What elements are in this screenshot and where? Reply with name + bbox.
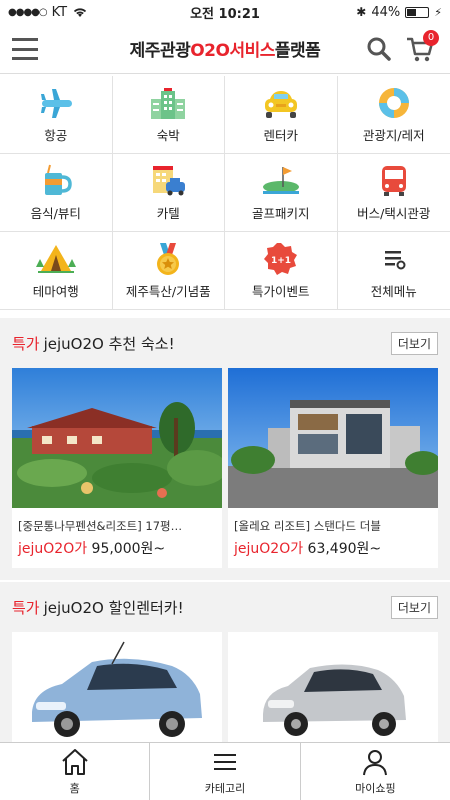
product-price: jejuO2O가 95,000원~ [12, 538, 222, 568]
airplane-icon [40, 89, 72, 118]
category-label: 카텔 [156, 206, 180, 221]
category-label: 제주특산/기념품 [125, 284, 211, 299]
home-icon [61, 749, 88, 775]
product-name: [중문통나무펜션&리조트] 17평… [18, 519, 183, 533]
cart-button[interactable]: 0 [405, 30, 439, 64]
mug-icon [44, 164, 72, 195]
title-prefix: 제주관광 [129, 41, 191, 61]
battery-icon [405, 6, 430, 18]
rentcar-card[interactable] [228, 632, 438, 742]
bluetooth-icon: ✱ [356, 5, 367, 19]
category-airline[interactable]: 항공 [0, 76, 113, 154]
title-highlight: O2O서비스 [190, 41, 275, 61]
price-value: 95,000원~ [91, 541, 166, 557]
medal-icon [157, 243, 180, 275]
hotel-icon [151, 88, 186, 119]
cart-count-badge: 0 [423, 30, 439, 46]
tab-my-shopping[interactable]: 마이쇼핑 [301, 743, 450, 800]
car-photo-blue [12, 632, 222, 742]
section-title: 특가 jejuO2O 추천 숙소! [12, 333, 175, 354]
category-rentcar[interactable]: 렌터카 [225, 76, 338, 154]
bus-icon [381, 166, 406, 196]
more-button[interactable]: 더보기 [390, 595, 438, 619]
category-label: 항공 [44, 128, 68, 143]
category-label: 버스/택시관광 [357, 206, 431, 221]
tab-label: 홈 [69, 782, 80, 795]
tab-category[interactable]: 카테고리 [150, 743, 301, 800]
lifebuoy-icon [378, 88, 409, 118]
product-card[interactable]: [올레요 리조트] 스탠다드 더블 jejuO2O가 63,490원~ [228, 368, 438, 568]
category-label: 렌터카 [263, 128, 298, 143]
resort-photo [228, 368, 438, 508]
category-golf[interactable]: 골프패키지 [225, 154, 338, 232]
price-value: 63,490원~ [307, 541, 382, 557]
status-bar: ●●●●○ KT 오전 10:21 ✱ 44% ⚡ [0, 0, 450, 24]
category-label: 음식/뷰티 [30, 206, 81, 221]
section-title: 특가 jejuO2O 할인렌터카! [12, 597, 184, 618]
section-title-text: jejuO2O 할인렌터카! [43, 598, 184, 617]
menu-icon [213, 754, 236, 770]
pension-photo [12, 368, 222, 508]
category-label: 숙박 [156, 128, 180, 143]
product-card[interactable]: [중문통나무펜션&리조트] 17평… jejuO2O가 95,000원~ [12, 368, 222, 568]
category-label: 테마여행 [32, 284, 79, 299]
category-lodging[interactable]: 숙박 [112, 76, 225, 154]
sale-badge-icon: 1+1 [263, 243, 297, 275]
category-theme-travel[interactable]: 테마여행 [0, 232, 113, 310]
category-bus-taxi[interactable]: 버스/택시관광 [337, 154, 450, 232]
charging-icon: ⚡ [434, 5, 442, 19]
car-icon [264, 91, 297, 118]
category-label: 전체메뉴 [370, 284, 417, 299]
list-icon [384, 251, 406, 270]
category-all-menu[interactable]: 전체메뉴 [337, 232, 450, 310]
tent-icon [35, 245, 76, 273]
price-brand: jejuO2O가 [18, 541, 88, 557]
carrier-label: KT [51, 4, 68, 20]
signal-icon: ●●●●○ [8, 6, 48, 18]
section-title-text: jejuO2O 추천 숙소! [43, 334, 175, 353]
app-header: 제주관광O2O서비스플랫폼 0 [0, 24, 450, 74]
svg-text:1+1: 1+1 [271, 256, 291, 266]
category-souvenir[interactable]: 제주특산/기념품 [112, 232, 225, 310]
battery-fill [407, 8, 417, 16]
more-button[interactable]: 더보기 [390, 331, 438, 355]
hamburger-menu-button[interactable] [12, 38, 38, 60]
recommended-stay-section: 특가 jejuO2O 추천 숙소! 더보기 [중문통나무펜션&리조트] 17평…… [0, 318, 450, 580]
price-brand: jejuO2O가 [234, 541, 304, 557]
category-special-event[interactable]: 1+1 특가이벤트 [225, 232, 338, 310]
section-highlight: 특가 [12, 598, 40, 617]
bottom-tab-bar: 홈 카테고리 마이쇼핑 [0, 742, 450, 800]
product-name: [올레요 리조트] 스탠다드 더블 [234, 519, 381, 533]
car-photo-silver [228, 632, 438, 742]
battery-percent: 44% [371, 4, 401, 20]
cartel-icon [153, 166, 186, 196]
category-cartel[interactable]: 카텔 [112, 154, 225, 232]
category-tour-leisure[interactable]: 관광지/레저 [337, 76, 450, 154]
section-highlight: 특가 [12, 334, 40, 353]
wifi-icon [73, 8, 87, 17]
title-suffix: 플랫폼 [274, 41, 321, 61]
golf-icon [262, 167, 299, 194]
rentcar-card[interactable] [12, 632, 222, 742]
tab-label: 카테고리 [204, 782, 246, 795]
category-label: 특가이벤트 [251, 284, 310, 299]
category-grid: 항공 숙박 렌터카 관광지/레저 음식/뷰티 카텔 골프패키지 버스/택시관광 … [0, 76, 450, 310]
menu-line [12, 57, 38, 60]
category-label: 관광지/레저 [362, 128, 425, 143]
search-icon[interactable] [366, 36, 392, 62]
menu-line [12, 47, 38, 51]
product-price: jejuO2O가 63,490원~ [228, 538, 438, 568]
tab-home[interactable]: 홈 [0, 743, 151, 800]
discount-rentcar-section: 특가 jejuO2O 할인렌터카! 더보기 [0, 582, 450, 742]
category-food-beauty[interactable]: 음식/뷰티 [0, 154, 113, 232]
tab-label: 마이쇼핑 [355, 782, 396, 795]
menu-line [12, 38, 38, 41]
category-label: 골프패키지 [251, 206, 310, 221]
user-icon [363, 750, 388, 776]
